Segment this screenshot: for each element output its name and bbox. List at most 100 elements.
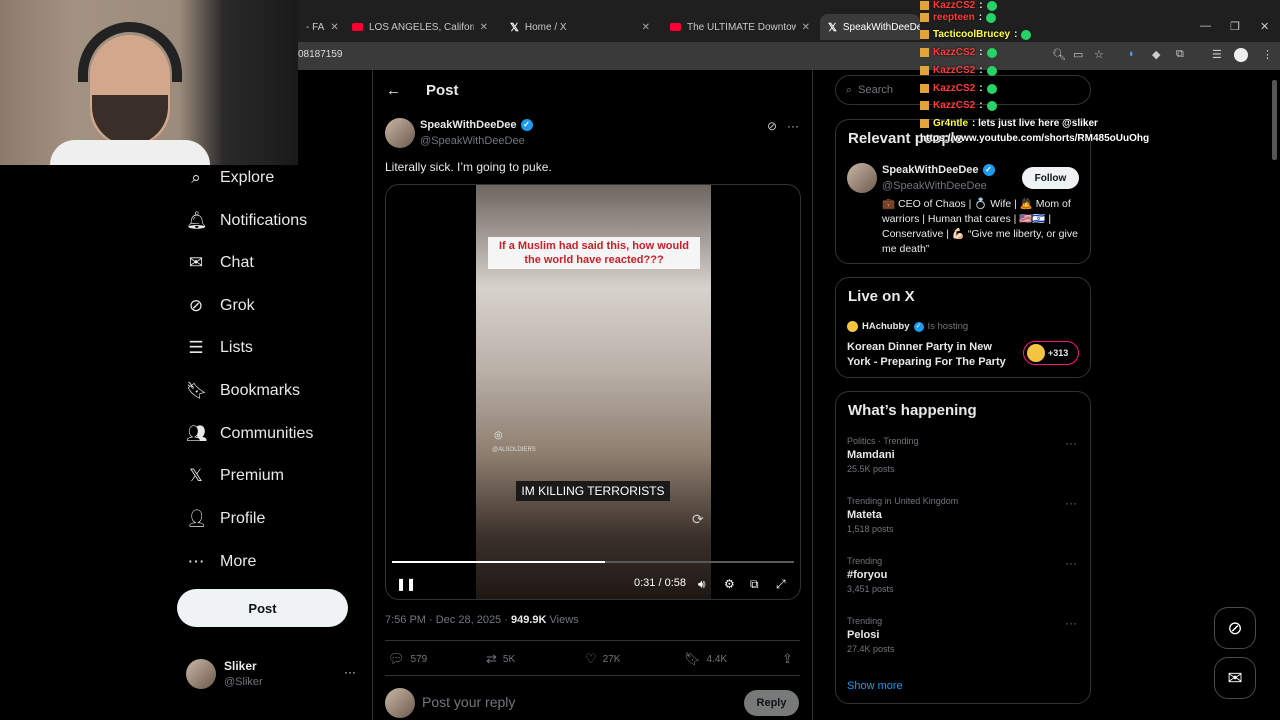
mail-icon: ✉ xyxy=(188,253,204,272)
live-event-title[interactable]: Korean Dinner Party in New York - Prepar… xyxy=(847,340,1012,370)
video-time: 0:31 / 0:58 xyxy=(634,577,686,589)
post-button[interactable]: Post xyxy=(177,589,348,627)
follow-button[interactable]: Follow xyxy=(1022,167,1079,189)
views-count: 949.9K xyxy=(510,614,547,626)
more-dots-icon[interactable]: ··· xyxy=(344,665,356,679)
extension-icon[interactable]: ◆ xyxy=(1152,48,1160,61)
post-timestamp: 7:56 PM · Dec 28, 2025 · xyxy=(385,614,511,626)
trend-item[interactable]: Trending #foryou 3,451 posts ··· xyxy=(847,556,1079,596)
author-avatar[interactable] xyxy=(385,118,415,148)
tab-search-icon[interactable]: ☰ xyxy=(1212,48,1222,61)
close-tab-icon[interactable]: ✕ xyxy=(802,22,810,33)
scrollbar[interactable] xyxy=(1272,80,1277,160)
people-icon: 👥︎ xyxy=(186,424,208,443)
more-dots-icon[interactable]: ··· xyxy=(1065,616,1077,630)
show-more-link[interactable]: Show more xyxy=(847,680,903,692)
chat-message: Gr4ntle: lets just live here @sliker xyxy=(920,118,1098,129)
back-arrow-icon[interactable]: ← xyxy=(386,82,401,99)
nav-bookmarks[interactable]: 🔖︎ Bookmarks xyxy=(186,376,300,406)
nav-more[interactable]: ⋯ More xyxy=(186,547,257,577)
close-tab-icon[interactable]: ✕ xyxy=(330,22,338,33)
nav-lists[interactable]: ☰ Lists xyxy=(186,333,253,363)
star-icon[interactable]: ☆ xyxy=(1094,48,1104,61)
trend-item[interactable]: Politics · Trending Mamdani 25.5K posts … xyxy=(847,436,1079,476)
person-name-row[interactable]: SpeakWithDeeDee ✓ xyxy=(882,164,995,176)
trend-item[interactable]: Trending Pelosi 27.4K posts ··· xyxy=(847,616,1079,656)
reply-button[interactable]: Reply xyxy=(744,690,799,716)
extension-icon[interactable]: ◗ xyxy=(1128,48,1135,60)
more-dots-icon[interactable]: ··· xyxy=(1065,436,1077,450)
volume-icon[interactable]: 🔊︎ xyxy=(698,577,706,592)
video-caption-top: If a Muslim had said this, how would the… xyxy=(488,237,700,269)
profile-avatar-icon[interactable] xyxy=(1234,48,1248,62)
more-dots-icon[interactable]: ··· xyxy=(1065,556,1077,570)
nav-chat[interactable]: ✉ Chat xyxy=(186,248,254,278)
divider xyxy=(385,640,800,641)
chat-username: KazzCS2 xyxy=(933,83,976,94)
browser-tab-5[interactable]: 𝕏 SpeakWithDeeDee on X: " xyxy=(820,14,920,40)
chat-emote-icon xyxy=(1021,29,1032,40)
nav-label: More xyxy=(220,553,257,570)
author-handle[interactable]: @SpeakWithDeeDee xyxy=(420,135,525,147)
messages-fab[interactable]: ✉ xyxy=(1214,657,1256,699)
live-host-row[interactable]: HAchubby ✓ Is hosting xyxy=(847,321,968,332)
browser-tab-2[interactable]: LOS ANGELES, California 4K W ✕ xyxy=(344,14,496,40)
video-progress-bar[interactable] xyxy=(392,561,794,563)
share-action[interactable]: ⇪ xyxy=(782,651,793,667)
nav-communities[interactable]: 👥︎ Communities xyxy=(186,419,313,449)
pause-icon[interactable]: ❚❚ xyxy=(396,577,416,591)
browser-tab-3[interactable]: 𝕏 Home / X ✕ xyxy=(502,14,658,40)
live-listeners[interactable]: +313 xyxy=(1023,341,1079,365)
nav-label: Explore xyxy=(220,169,275,186)
nav-label: Bookmarks xyxy=(220,382,301,399)
grok-fab[interactable]: ⊘ xyxy=(1214,607,1256,649)
tab-title: Home / X xyxy=(524,21,567,33)
close-tab-icon[interactable]: ✕ xyxy=(642,22,650,33)
video-player[interactable]: If a Muslim had said this, how would the… xyxy=(385,184,801,600)
mail-icon: ✉ xyxy=(1227,667,1243,688)
more-dots-icon[interactable]: ··· xyxy=(1065,496,1077,510)
bell-icon: 🔔︎ xyxy=(186,211,208,230)
account-handle: @Sliker xyxy=(224,676,263,688)
chat-text: : xyxy=(1014,29,1018,40)
more-dots-icon[interactable]: ··· xyxy=(787,119,799,133)
video-progress-fill xyxy=(392,561,606,563)
nav-profile[interactable]: 👤︎ Profile xyxy=(186,504,265,534)
close-window-icon[interactable]: ✕ xyxy=(1260,20,1269,33)
avatar[interactable] xyxy=(847,163,877,193)
avatar xyxy=(186,659,216,689)
person-handle: @SpeakWithDeeDee xyxy=(882,180,987,192)
url-text[interactable]: 08187159 xyxy=(298,49,343,60)
fullscreen-icon[interactable]: ⤢ xyxy=(776,577,786,592)
browser-tab-4[interactable]: The ULTIMATE Downtown Ralei ✕ xyxy=(662,14,818,40)
views-label: Views xyxy=(546,614,579,626)
reply-action[interactable]: 💬︎ 579 xyxy=(388,651,427,667)
cast-icon[interactable]: ▭ xyxy=(1073,48,1083,61)
nav-notifications[interactable]: 🔔︎ Notifications xyxy=(186,206,307,236)
like-action[interactable]: ♡ 27K xyxy=(585,651,620,667)
search-icon: ⌕ xyxy=(191,168,201,187)
trend-item[interactable]: Trending in United Kingdom Mateta 1,518 … xyxy=(847,496,1079,536)
trend-meta: Politics · Trending xyxy=(847,436,919,446)
nav-grok[interactable]: ⊘ Grok xyxy=(186,291,255,321)
reply-input[interactable]: Post your reply xyxy=(422,694,515,710)
author-name-row[interactable]: SpeakWithDeeDee ✓ xyxy=(420,119,533,131)
account-switcher[interactable]: Sliker @Sliker ··· xyxy=(186,657,361,693)
repost-action[interactable]: ⇄ 5K xyxy=(486,651,515,667)
pip-icon[interactable]: ⧉ xyxy=(750,577,759,592)
browser-tab-1[interactable]: - FA ✕ xyxy=(298,14,342,40)
bookmark-action[interactable]: 🔖︎ 4.4K xyxy=(684,651,727,667)
chat-emote-icon xyxy=(986,47,997,58)
grok-icon[interactable]: ⊘ xyxy=(767,119,777,133)
nav-label: Premium xyxy=(220,467,285,484)
minimize-icon[interactable]: — xyxy=(1200,20,1211,32)
puzzle-icon[interactable]: ⧉ xyxy=(1176,48,1184,61)
nav-explore[interactable]: ⌕ Explore xyxy=(186,163,274,193)
menu-icon[interactable]: ⋮ xyxy=(1262,48,1273,61)
maximize-icon[interactable]: ❐ xyxy=(1230,20,1240,33)
nav-premium[interactable]: 𝕏 Premium xyxy=(186,461,284,491)
settings-gear-icon[interactable]: ⚙ xyxy=(724,577,735,591)
trend-name: Mateta xyxy=(847,509,882,521)
zoom-icon[interactable]: 🔍︎ xyxy=(1052,48,1066,61)
close-tab-icon[interactable]: ✕ xyxy=(480,22,488,33)
